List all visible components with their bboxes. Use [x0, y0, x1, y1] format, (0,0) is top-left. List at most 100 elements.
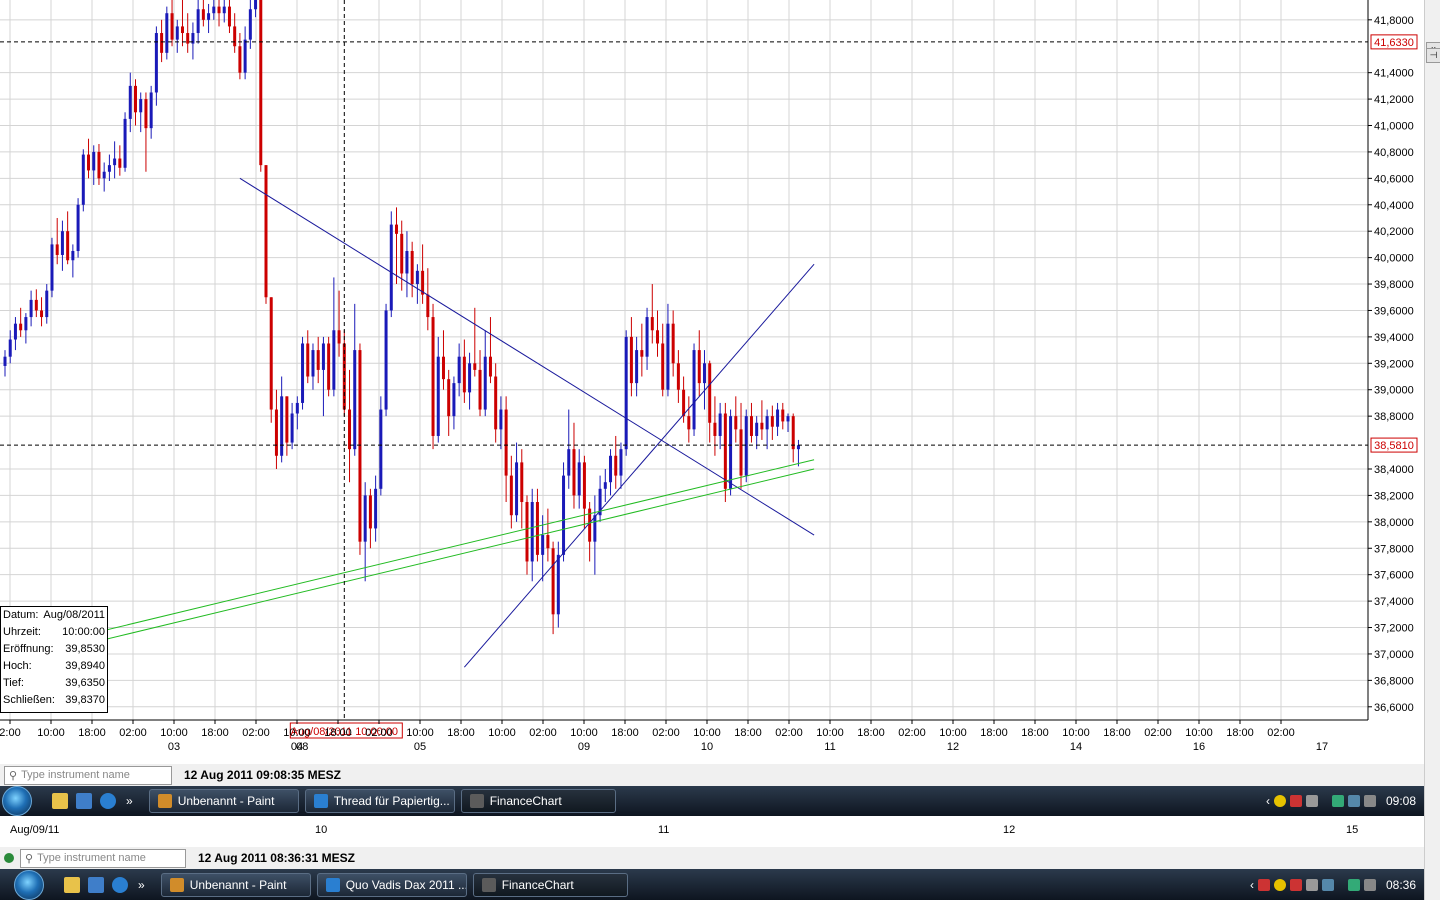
info-value: 39,6350 — [65, 677, 105, 689]
taskbar-clock[interactable]: 08:36 — [1386, 878, 1416, 892]
candle-up — [530, 502, 534, 562]
taskbar-button-label: Quo Vadis Dax 2011 ... — [345, 877, 467, 892]
chevron-right-icon[interactable]: » — [138, 878, 145, 892]
candle-down — [269, 297, 273, 410]
chevron-right-icon[interactable]: » — [126, 794, 133, 808]
folder-icon[interactable] — [52, 793, 68, 809]
candle-down — [661, 343, 665, 390]
x-tick-label: 02:00 — [898, 727, 926, 739]
candle-down — [55, 244, 59, 255]
candle-down — [509, 475, 513, 516]
browser-icon[interactable] — [100, 793, 116, 809]
taskbar-window-button[interactable]: Unbenannt - Paint — [148, 789, 299, 813]
network-icon[interactable] — [1347, 795, 1360, 807]
candle-up — [353, 350, 357, 450]
x-tick-label: 18:00 — [980, 727, 1008, 739]
info-row: Uhrzeit: 10:00:00 — [1, 624, 107, 641]
info-row: Datum: Aug/08/2011 — [1, 607, 107, 624]
candle-up — [786, 416, 790, 422]
instrument-search-input[interactable]: ⚲ Type instrument name — [20, 848, 186, 868]
status-timestamp: 12 Aug 2011 08:36:31 MESZ — [198, 851, 355, 865]
chevron-left-icon[interactable]: ‹ — [1266, 794, 1270, 808]
instrument-search-input[interactable]: ⚲ Type instrument name — [4, 765, 172, 785]
candle-up — [332, 330, 336, 390]
candle-up — [165, 13, 169, 53]
desktop-icon[interactable] — [76, 793, 92, 809]
candle-up — [457, 356, 461, 384]
candle-down — [504, 409, 508, 476]
chevron-left-icon[interactable]: ‹ — [1250, 878, 1254, 892]
candle-down — [572, 449, 576, 496]
vertical-scrollbar[interactable]: × ⊣ — [1424, 0, 1440, 900]
candle-down — [227, 6, 231, 27]
tray-app-icon[interactable] — [1257, 878, 1270, 891]
candle-down — [400, 233, 404, 274]
tray-app-icon[interactable] — [1305, 878, 1318, 891]
candle-down — [525, 502, 529, 562]
volume-icon[interactable] — [1363, 795, 1376, 807]
candle-down — [66, 231, 70, 261]
ghost-day-label: 10 — [315, 824, 328, 836]
candle-down — [316, 350, 320, 370]
start-button[interactable] — [14, 869, 44, 900]
x-tick-label: 02:00 — [529, 727, 557, 739]
info-label: Hoch: — [3, 660, 32, 672]
info-label: Tief: — [3, 677, 24, 689]
app-icon — [157, 794, 172, 808]
x-tick-label: 02:00 — [1144, 727, 1172, 739]
candle-down — [441, 356, 445, 380]
y-tick-label: 39,4000 — [1374, 332, 1414, 344]
tray-app-icon[interactable] — [1273, 878, 1286, 891]
candle-up — [196, 9, 200, 34]
candle-up — [76, 204, 80, 252]
candle-down — [426, 294, 430, 318]
candle-up — [374, 488, 378, 529]
start-button[interactable] — [2, 786, 32, 816]
candle-up — [556, 554, 560, 615]
candle-down — [535, 502, 539, 555]
ohlc-info-box: Datum: Aug/08/2011 Uhrzeit: 10:00:00 Eröffnu… — [0, 606, 108, 713]
x-tick-label: 02:00 — [242, 727, 270, 739]
candle-down — [264, 165, 268, 298]
taskbar-window-button[interactable]: Unbenannt - Paint — [160, 872, 311, 897]
tray-app-icon[interactable] — [1289, 878, 1302, 891]
scroll-collapse-icon[interactable]: ⊣ — [1426, 48, 1440, 63]
y-tick-label: 36,6000 — [1374, 702, 1414, 714]
price-chart[interactable]: 41,633038,5810 Aug/08/2011 10:00:0008 41… — [0, 0, 1424, 764]
folder-icon[interactable] — [64, 876, 80, 893]
candle-down — [358, 350, 362, 542]
candle-down — [97, 151, 101, 179]
candle-down — [697, 350, 701, 384]
candle-down — [180, 26, 184, 34]
candle-up — [113, 158, 117, 166]
browser-icon[interactable] — [112, 876, 128, 893]
taskbar-window-button[interactable]: Quo Vadis Dax 2011 ... — [316, 872, 467, 897]
taskbar-window-button[interactable]: Thread für Papiertig... — [304, 789, 455, 813]
candle-up — [562, 475, 566, 555]
volume-icon[interactable] — [1363, 878, 1376, 891]
taskbar-window-button[interactable]: FinanceChart — [460, 789, 616, 813]
info-label: Datum: — [3, 609, 39, 621]
candle-down — [306, 343, 310, 377]
candle-up — [321, 343, 325, 370]
candle-down — [217, 6, 221, 14]
desktop-icon[interactable] — [88, 876, 104, 893]
network-icon[interactable] — [1347, 878, 1360, 891]
y-tick-label: 37,8000 — [1374, 543, 1414, 555]
candle-up — [702, 363, 706, 384]
network-icon[interactable] — [1331, 795, 1344, 807]
tray-app-icon[interactable] — [1321, 878, 1334, 891]
tray-app-icon[interactable] — [1273, 795, 1286, 807]
candle-up — [744, 416, 748, 476]
taskbar-window-button[interactable]: FinanceChart — [472, 872, 628, 897]
taskbar-clock[interactable]: 09:08 — [1386, 794, 1416, 808]
candle-up — [796, 445, 800, 450]
candle-down — [770, 416, 774, 427]
candle-up — [645, 317, 649, 357]
x-day-label: 11 — [824, 741, 835, 753]
tray-app-icon[interactable] — [1305, 795, 1318, 807]
y-tick-label: 39,2000 — [1374, 358, 1414, 370]
x-tick-label: 02:00 — [119, 727, 147, 739]
x-tick-label: 10:00 — [693, 727, 721, 739]
tray-app-icon[interactable] — [1289, 795, 1302, 807]
